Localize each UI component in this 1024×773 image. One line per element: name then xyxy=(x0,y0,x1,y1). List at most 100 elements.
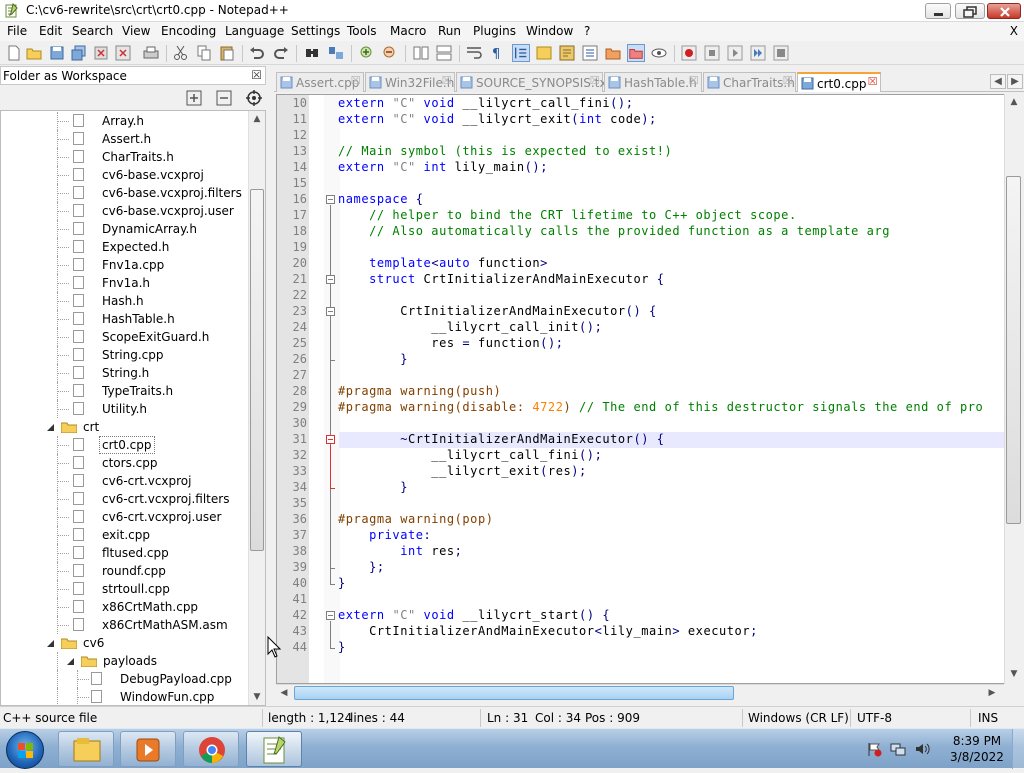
tree-folder-row[interactable]: crt xyxy=(1,418,249,436)
menu-tools[interactable]: Tools xyxy=(347,24,377,38)
menu-help[interactable]: ? xyxy=(584,24,590,38)
expand-all-icon[interactable] xyxy=(185,89,203,107)
code-line[interactable]: template<auto function> xyxy=(338,256,548,270)
locate-current-file-icon[interactable] xyxy=(245,89,263,107)
editor-vscroll-thumb[interactable] xyxy=(1006,176,1021,524)
start-button[interactable] xyxy=(6,731,44,769)
scroll-up-arrow-icon[interactable]: ▲ xyxy=(249,111,265,127)
tree-file-row[interactable]: ctors.cpp xyxy=(1,454,249,472)
tree-file-row[interactable]: cv6-crt.vcxproj xyxy=(1,472,249,490)
tree-file-row[interactable]: cv6-crt.vcxproj.user xyxy=(1,508,249,526)
open-file-icon[interactable] xyxy=(25,44,43,62)
code-line[interactable]: // Also automatically calls the provided… xyxy=(338,224,890,238)
editor-horizontal-scrollbar[interactable]: ◀ ▶ xyxy=(276,684,1004,701)
project-panel-icon[interactable] xyxy=(627,44,645,62)
tab-assert-cpp[interactable]: Assert.cpp ☒ xyxy=(276,72,364,92)
tree-file-row[interactable]: String.cpp xyxy=(1,346,249,364)
menu-plugins[interactable]: Plugins xyxy=(473,24,516,38)
volume-icon[interactable] xyxy=(914,741,930,757)
editor-vertical-scrollbar[interactable]: ▲ ▼ xyxy=(1004,94,1022,684)
menu-file[interactable]: File xyxy=(7,24,27,38)
minimize-button[interactable] xyxy=(925,3,951,19)
expand-caret-icon[interactable] xyxy=(47,423,56,432)
play-macro-icon[interactable] xyxy=(726,44,744,62)
menu-encoding[interactable]: Encoding xyxy=(161,24,216,38)
tab-close-icon[interactable]: ☒ xyxy=(867,76,878,88)
tab-close-icon[interactable]: ☒ xyxy=(589,75,600,87)
redo-icon[interactable] xyxy=(272,44,290,62)
code-line[interactable]: } xyxy=(338,576,346,590)
scroll-up-arrow-icon[interactable]: ▲ xyxy=(1006,94,1022,110)
tree-file-row[interactable]: ScopeExitGuard.h xyxy=(1,328,249,346)
code-line[interactable]: extern "C" void __lilycrt_exit(int code)… xyxy=(338,112,657,126)
tree-file-row[interactable]: Fnv1a.cpp xyxy=(1,256,249,274)
code-line[interactable]: }; xyxy=(338,560,385,574)
menu-window[interactable]: Window xyxy=(526,24,573,38)
zoom-out-icon[interactable] xyxy=(381,44,399,62)
action-center-flag-icon[interactable] xyxy=(866,741,882,757)
collapse-all-icon[interactable] xyxy=(215,89,233,107)
run-macro-multiple-icon[interactable] xyxy=(749,44,767,62)
scroll-right-arrow-icon[interactable]: ▶ xyxy=(984,685,1000,701)
tree-file-row[interactable]: TypeTraits.h xyxy=(1,382,249,400)
tree-file-row[interactable]: Array.h xyxy=(1,112,249,130)
tree-file-row[interactable]: strtoull.cpp xyxy=(1,580,249,598)
sync-horizontal-icon[interactable] xyxy=(435,44,453,62)
show-desktop-button[interactable] xyxy=(1012,729,1024,769)
tree-file-row[interactable]: Hash.h xyxy=(1,292,249,310)
tree-file-row[interactable]: fltused.cpp xyxy=(1,544,249,562)
code-editor[interactable]: 10 11 12 13 14 15 16 17 18 19 20 21 22 23 24 25 26 27 28 29… xyxy=(276,94,1022,684)
menu-macro[interactable]: Macro xyxy=(390,24,426,38)
tree-file-row[interactable]: WindowFun.cpp xyxy=(1,688,249,705)
network-icon[interactable] xyxy=(890,741,906,757)
tab-close-icon[interactable]: ☒ xyxy=(688,75,699,87)
save-icon[interactable] xyxy=(48,44,66,62)
new-file-icon[interactable] xyxy=(5,44,23,62)
sync-vertical-icon[interactable] xyxy=(412,44,430,62)
system-clock[interactable]: 8:39 PM 3/8/2022 xyxy=(942,733,1012,765)
menu-edit[interactable]: Edit xyxy=(39,24,62,38)
code-line[interactable]: private: xyxy=(338,528,431,542)
tab-scroll-right-icon[interactable]: ▶ xyxy=(1007,74,1023,89)
tab-close-icon[interactable]: ☒ xyxy=(782,75,793,87)
code-line[interactable]: ~CrtInitializerAndMainExecutor() { xyxy=(338,432,665,446)
code-line[interactable]: __lilycrt_call_init(); xyxy=(338,320,602,334)
tree-vertical-scrollbar[interactable]: ▲ ▼ xyxy=(248,111,265,705)
scroll-down-arrow-icon[interactable]: ▼ xyxy=(1006,666,1022,682)
tab-win32file-h[interactable]: Win32File.h ☒ xyxy=(365,72,455,92)
code-line[interactable]: #pragma warning(pop) xyxy=(338,512,494,526)
code-line[interactable]: int res; xyxy=(338,544,462,558)
save-macro-icon[interactable] xyxy=(772,44,790,62)
menu-view[interactable]: View xyxy=(122,24,150,38)
folder-as-workspace-icon[interactable] xyxy=(604,44,622,62)
code-line[interactable]: } xyxy=(338,352,408,366)
function-list-icon[interactable] xyxy=(581,44,599,62)
close-document-button[interactable]: X xyxy=(1010,24,1018,38)
tree-file-row[interactable]: Utility.h xyxy=(1,400,249,418)
tab-chartraits-h[interactable]: CharTraits.h ☒ xyxy=(703,72,796,92)
fold-toggle-icon[interactable] xyxy=(326,275,335,284)
word-wrap-icon[interactable] xyxy=(465,44,483,62)
tree-file-row[interactable]: DynamicArray.h xyxy=(1,220,249,238)
document-map-icon[interactable] xyxy=(558,44,576,62)
tab-hashtable-h[interactable]: HashTable.h ☒ xyxy=(604,72,702,92)
menu-search[interactable]: Search xyxy=(72,24,113,38)
code-line[interactable]: __lilycrt_call_fini(); xyxy=(338,448,602,462)
taskbar-chrome[interactable] xyxy=(183,731,239,767)
code-line[interactable]: extern "C" void __lilycrt_call_fini(); xyxy=(338,96,633,110)
tree-file-row[interactable]: crt0.cpp xyxy=(1,436,249,454)
user-defined-language-icon[interactable] xyxy=(535,44,553,62)
paste-icon[interactable] xyxy=(218,44,236,62)
expand-caret-icon[interactable] xyxy=(47,639,56,648)
show-all-characters-icon[interactable]: ¶ xyxy=(488,44,506,62)
tab-source-synopsis-txt[interactable]: SOURCE_SYNOPSIS.txt ☒ xyxy=(456,72,611,92)
taskbar-file-explorer[interactable] xyxy=(58,731,114,767)
copy-icon[interactable] xyxy=(195,44,213,62)
panel-close-button[interactable]: ☒ xyxy=(251,68,262,82)
code-line[interactable]: CrtInitializerAndMainExecutor<lily_main>… xyxy=(338,624,758,638)
close-button[interactable] xyxy=(987,3,1021,19)
restore-button[interactable] xyxy=(955,3,985,19)
code-line[interactable]: #pragma warning(disable: 4722) // The en… xyxy=(338,400,983,414)
monitoring-icon[interactable] xyxy=(650,44,668,62)
indent-guide-icon[interactable] xyxy=(512,44,530,62)
